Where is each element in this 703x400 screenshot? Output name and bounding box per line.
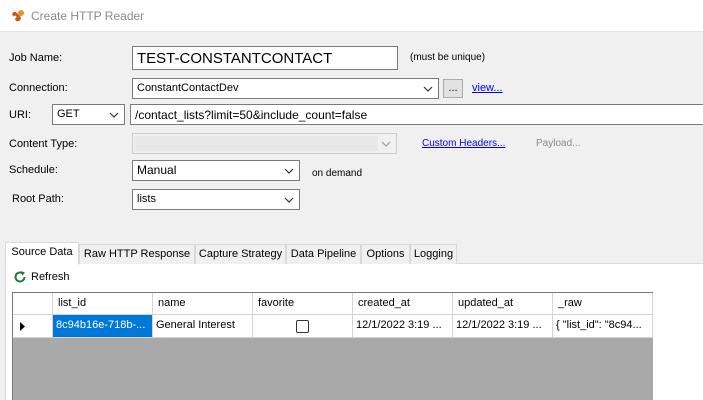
uri-field[interactable]: /contact_lists?limit=50&include_count=fa… (130, 104, 703, 125)
refresh-icon (14, 271, 26, 283)
schedule-value: Manual (137, 163, 177, 177)
connection-label: Connection: (9, 82, 68, 94)
favorite-checkbox[interactable] (296, 320, 309, 333)
column-header-name[interactable]: name (153, 293, 253, 315)
custom-headers-link[interactable]: Custom Headers... (422, 138, 505, 149)
row-header-corner (13, 293, 53, 315)
job-name-hint: (must be unique) (410, 52, 486, 63)
tab-capture-strategy[interactable]: Capture Strategy (195, 244, 286, 264)
http-method-select[interactable]: GET (52, 104, 125, 125)
tab-source-data[interactable]: Source Data (5, 242, 79, 265)
dropdown-arrow-icon (381, 141, 391, 147)
job-name-label: Job Name: (9, 52, 63, 64)
column-header-updated-at[interactable]: updated_at (453, 293, 553, 315)
tab-data-pipeline[interactable]: Data Pipeline (286, 244, 361, 264)
column-header-list-id[interactable]: list_id (53, 293, 153, 315)
payload-link[interactable]: Payload... (536, 138, 580, 149)
view-connection-link[interactable]: view... (472, 82, 503, 94)
root-path-value: lists (137, 193, 156, 205)
column-header-created-at[interactable]: created_at (353, 293, 453, 315)
refresh-button[interactable]: Refresh (13, 270, 70, 284)
content-type-value (135, 136, 378, 151)
schedule-hint: on demand (312, 168, 363, 179)
dropdown-arrow-icon (423, 86, 433, 92)
tab-raw-http-response[interactable]: Raw HTTP Response (79, 244, 195, 264)
title-bar: Create HTTP Reader (0, 0, 703, 32)
row-pointer-icon (20, 322, 25, 331)
content-type-select[interactable] (132, 133, 397, 154)
row-header[interactable] (13, 315, 53, 338)
cell-raw[interactable]: { "list_id": "8c94... (553, 315, 653, 338)
schedule-label: Schedule: (9, 164, 58, 176)
cell-updated-at[interactable]: 12/1/2022 3:19 ... (453, 315, 553, 338)
column-header-favorite[interactable]: favorite (253, 293, 353, 315)
uri-label: URI: (9, 109, 31, 121)
schedule-select[interactable]: Manual (132, 160, 300, 181)
app-icon (12, 10, 24, 22)
dropdown-arrow-icon (284, 168, 294, 174)
cell-created-at[interactable]: 12/1/2022 3:19 ... (353, 315, 453, 338)
connection-value: ConstantContactDev (137, 82, 239, 94)
cell-name[interactable]: General Interest (153, 315, 253, 338)
dropdown-arrow-icon (284, 197, 294, 203)
job-name-field[interactable]: TEST-CONSTANTCONTACT (132, 46, 398, 70)
cell-list-id[interactable]: 8c94b16e-718b-... (53, 315, 153, 338)
browse-connection-button[interactable]: ... (443, 79, 463, 98)
content-type-label: Content Type: (9, 138, 78, 150)
cell-favorite[interactable] (253, 315, 353, 338)
tab-logging[interactable]: Logging (410, 244, 457, 264)
connection-select[interactable]: ConstantContactDev (132, 78, 439, 99)
http-method-value: GET (57, 108, 80, 120)
window-title: Create HTTP Reader (31, 9, 145, 23)
refresh-label: Refresh (31, 271, 70, 283)
tab-options[interactable]: Options (361, 244, 410, 264)
root-path-select[interactable]: lists (132, 189, 300, 210)
dropdown-arrow-icon (109, 112, 119, 118)
root-path-label: Root Path: (12, 193, 64, 205)
column-header-raw[interactable]: _raw (553, 293, 653, 315)
tab-strip: Source Data Raw HTTP Response Capture St… (5, 242, 457, 265)
source-data-grid[interactable]: list_id name favorite created_at updated… (12, 292, 653, 400)
